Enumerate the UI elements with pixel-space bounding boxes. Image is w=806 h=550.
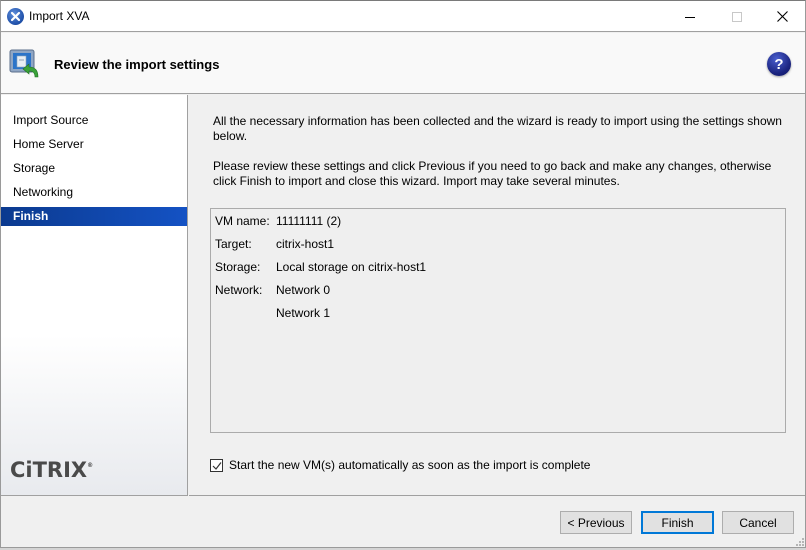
summary-value: citrix-host1 [276,237,335,251]
citrix-logo-text: CiTRIX [10,458,88,482]
maximize-button[interactable] [714,1,760,32]
wizard-steps-sidebar: Import Source Home Server Storage Networ… [1,95,188,496]
wizard-content: All the necessary information has been c… [189,95,805,496]
minimize-button[interactable] [667,1,713,32]
finish-button[interactable]: Finish [641,511,714,534]
intro-paragraph-2: Please review these settings and click P… [213,159,772,188]
minimize-icon [685,16,695,18]
sidebar-item-label: Home Server [13,137,84,151]
registered-mark: ® [87,462,94,469]
import-vm-icon [8,47,42,81]
sidebar-item-import-source[interactable]: Import Source [1,111,187,130]
summary-value: Local storage on citrix-host1 [276,260,427,274]
help-icon: ? [774,55,784,73]
start-vm-checkbox[interactable] [210,458,223,472]
wizard-header: Review the import settings [1,33,805,94]
checkmark-icon [212,461,222,470]
summary-value: 11111111 (2) [276,214,342,228]
citrix-logo: CiTRIX® [10,458,93,482]
sidebar-item-label: Storage [13,161,56,175]
page-title: Review the import settings [54,57,220,72]
summary-value: Network 1 [276,306,331,320]
maximize-icon [732,11,742,22]
start-vm-option[interactable]: Start the new VM(s) automatically as soo… [210,458,590,472]
intro-paragraph-1: All the necessary information has been c… [213,114,782,143]
summary-key: Target: [215,237,252,251]
help-button[interactable]: ? [767,52,791,76]
summary-value: Network 0 [276,283,331,297]
cancel-button[interactable]: Cancel [722,511,794,534]
xencenter-app-icon [7,8,24,25]
sidebar-item-label: Finish [13,209,49,223]
sidebar-item-label: Networking [13,185,74,199]
summary-key: Network: [215,283,263,297]
summary-key: Storage: [215,260,261,274]
title-bar: Import XVA [1,1,805,32]
start-vm-checkbox-label[interactable]: Start the new VM(s) automatically as soo… [229,458,590,472]
import-summary-box: VM name: 11111111 (2) Target: citrix-hos… [210,208,786,433]
sidebar-item-storage[interactable]: Storage [1,159,187,178]
resize-grip[interactable] [794,536,805,547]
sidebar-item-home-server[interactable]: Home Server [1,135,187,154]
sidebar-item-label: Import Source [13,113,89,127]
close-button[interactable] [759,1,805,32]
sidebar-item-finish[interactable]: Finish [1,207,187,226]
import-xva-dialog: Import XVA Review the import settings ? [0,0,806,548]
previous-button[interactable]: < Previous [560,511,632,534]
close-icon [776,11,788,22]
resize-grip-icon [796,538,804,546]
sidebar-item-networking[interactable]: Networking [1,183,187,202]
summary-key: VM name: [215,214,270,228]
window-title: Import XVA [29,9,90,23]
